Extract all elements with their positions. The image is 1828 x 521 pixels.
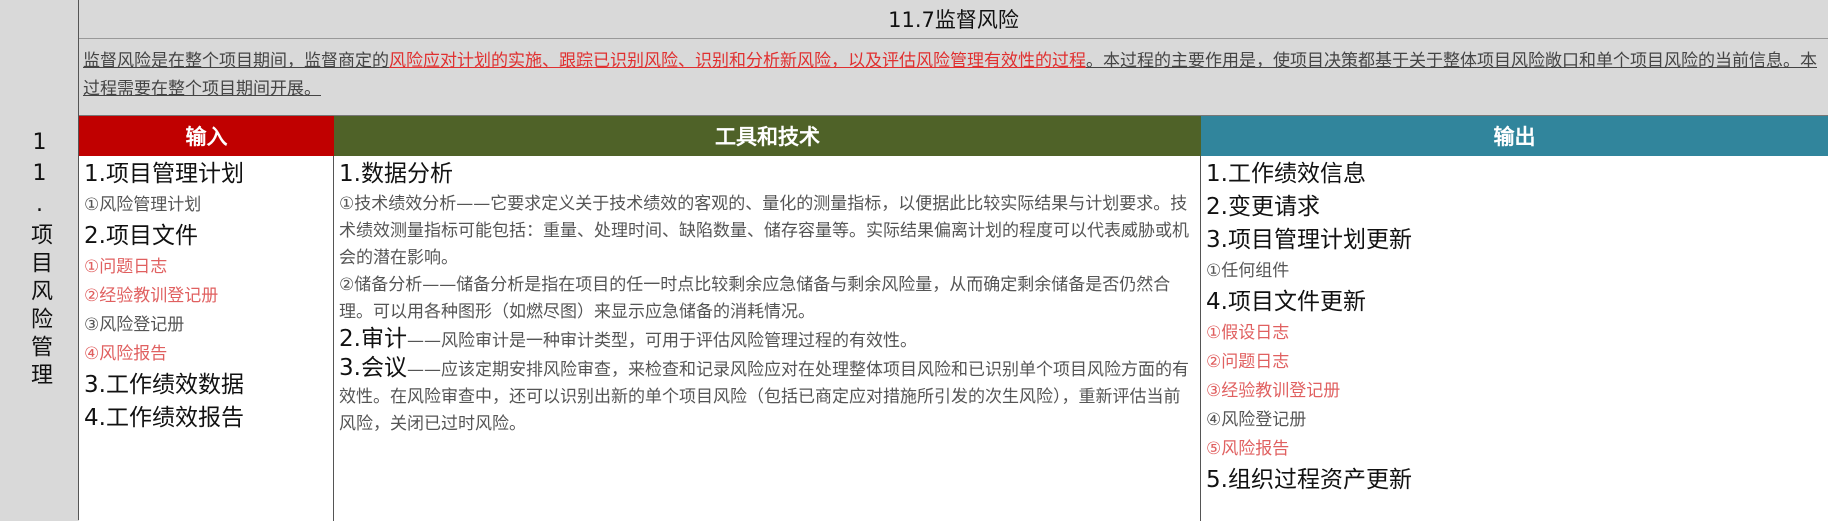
side-label-cell: 11.项目风险管理 [0, 0, 79, 520]
tool-description: ①技术绩效分析——它要求定义关于技术绩效的客观的、量化的测量指标，以便据此比较实… [339, 194, 1189, 268]
outputs-column: 1.工作绩效信息 2.变更请求 3.项目管理计划更新 ①任何组件 4.项目文件更… [1201, 156, 1828, 521]
output-item: 2.变更请求 [1206, 194, 1320, 220]
output-item: 5.组织过程资产更新 [1206, 467, 1412, 493]
process-title: 11.7监督风险 [79, 0, 1828, 39]
inputs-header: 输入 [79, 116, 334, 156]
output-item: 3.项目管理计划更新 [1206, 227, 1412, 253]
process-sheet: 11.项目风险管理 11.7监督风险 监督风险是在整个项目期间，监督商定的风险应… [0, 0, 1828, 521]
process-table: 11.7监督风险 监督风险是在整个项目期间，监督商定的风险应对计划的实施、跟踪已… [79, 0, 1828, 521]
input-subitem: ③风险登记册 [84, 315, 185, 335]
output-subitem: ④风险登记册 [1206, 410, 1307, 430]
tool-paragraph: 3.会议——应该定期安排风险审查，来检查和记录风险应对在处理整体项目风险和已识别… [339, 355, 1195, 438]
input-subitem: ④风险报告 [84, 344, 168, 364]
description-highlight: 风险应对计划的实施、跟踪已识别风险、识别和分析新风险，以及评估风险管理有效性的过… [389, 51, 1086, 71]
column-headers: 输入 工具和技术 输出 [79, 116, 1828, 156]
tool-item: 3.会议 [339, 355, 407, 381]
process-description: 监督风险是在整个项目期间，监督商定的风险应对计划的实施、跟踪已识别风险、识别和分… [79, 39, 1828, 116]
input-item: 2.项目文件 [84, 223, 198, 249]
output-subitem: ⑤风险报告 [1206, 439, 1290, 459]
output-item: 4.项目文件更新 [1206, 289, 1366, 315]
output-subitem: ①任何组件 [1206, 261, 1290, 281]
column-bodies: 1.项目管理计划 ①风险管理计划 2.项目文件 ①问题日志 ②经验教训登记册 ③… [79, 156, 1828, 521]
outputs-header: 输出 [1201, 116, 1828, 156]
inputs-column: 1.项目管理计划 ①风险管理计划 2.项目文件 ①问题日志 ②经验教训登记册 ③… [79, 156, 334, 521]
output-subitem: ①假设日志 [1206, 323, 1290, 343]
tool-description: ——应该定期安排风险审查，来检查和记录风险应对在处理整体项目风险和已识别单个项目… [339, 360, 1189, 434]
tool-paragraph: 2.审计——风险审计是一种审计类型，可用于评估风险管理过程的有效性。 [339, 326, 1195, 355]
output-subitem: ③经验教训登记册 [1206, 381, 1341, 401]
tool-item: 2.审计 [339, 326, 407, 352]
tools-column: 1.数据分析 ①技术绩效分析——它要求定义关于技术绩效的客观的、量化的测量指标，… [334, 156, 1201, 521]
input-subitem: ①问题日志 [84, 257, 168, 277]
chapter-label: 11.项目风险管理 [27, 129, 52, 391]
input-subitem: ②经验教训登记册 [84, 286, 219, 306]
output-item: 1.工作绩效信息 [1206, 161, 1366, 187]
input-item: 3.工作绩效数据 [84, 372, 244, 398]
output-subitem: ②问题日志 [1206, 352, 1290, 372]
tool-description: ——风险审计是一种审计类型，可用于评估风险管理过程的有效性。 [406, 331, 917, 351]
tools-header: 工具和技术 [334, 116, 1201, 156]
description-intro: 监督风险是在整个项目期间，监督商定的 [83, 51, 389, 71]
tool-description: ②储备分析——储备分析是指在项目的任一时点比较剩余应急储备与剩余风险量，从而确定… [339, 275, 1171, 322]
input-item: 4.工作绩效报告 [84, 405, 244, 431]
input-subitem: ①风险管理计划 [84, 195, 202, 215]
input-item: 1.项目管理计划 [84, 161, 244, 187]
tool-item: 1.数据分析 [339, 161, 453, 187]
